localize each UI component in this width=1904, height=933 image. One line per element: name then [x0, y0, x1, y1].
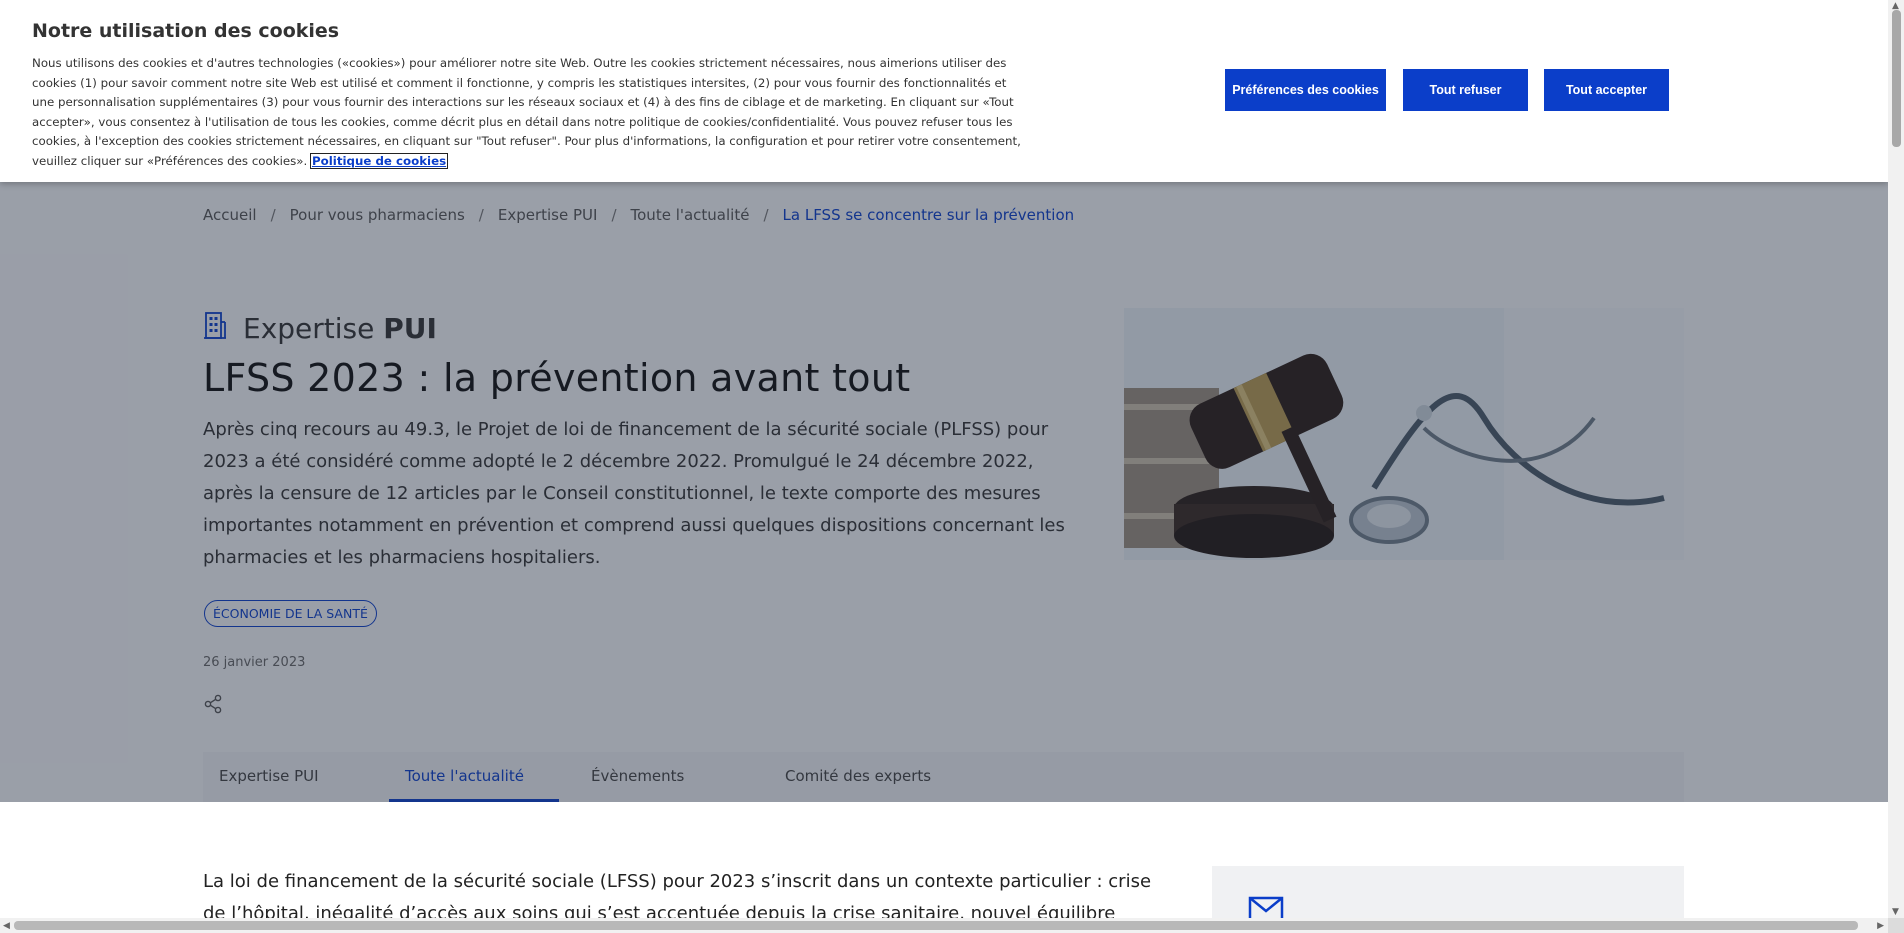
horizontal-scrollbar[interactable]: ◀ ▶ [0, 918, 1888, 933]
scroll-down-arrow-icon[interactable]: ▼ [1892, 907, 1899, 917]
cookie-banner-text: Nous utilisons des cookies et d'autres t… [32, 54, 1032, 172]
vertical-scrollbar[interactable]: ▲ ▼ [1888, 0, 1904, 918]
cookie-banner-description: Nous utilisons des cookies et d'autres t… [32, 56, 1021, 168]
cookie-preferences-button[interactable]: Préférences des cookies [1225, 69, 1386, 111]
newsletter-box [1212, 866, 1684, 918]
scroll-right-arrow-icon[interactable]: ▶ [1877, 921, 1884, 931]
page: Accueil / Pour vous pharmaciens / Expert… [0, 0, 1888, 918]
mail-icon [1248, 896, 1284, 918]
scrollbar-corner [1888, 918, 1904, 933]
horizontal-scroll-thumb[interactable] [14, 921, 1858, 930]
accept-all-button[interactable]: Tout accepter [1544, 69, 1669, 111]
cookie-banner: Notre utilisation des cookies Nous utili… [0, 0, 1888, 182]
cookie-banner-title: Notre utilisation des cookies [32, 20, 340, 42]
reject-all-button[interactable]: Tout refuser [1403, 69, 1528, 111]
vertical-scroll-thumb[interactable] [1892, 10, 1901, 147]
scroll-left-arrow-icon[interactable]: ◀ [3, 921, 10, 931]
cookie-policy-link[interactable]: Politique de cookies [309, 152, 449, 169]
article-body: La loi de financement de la sécurité soc… [203, 871, 1152, 918]
